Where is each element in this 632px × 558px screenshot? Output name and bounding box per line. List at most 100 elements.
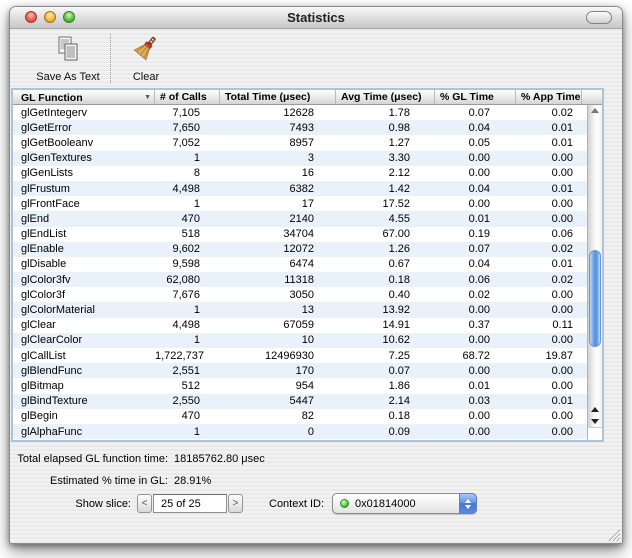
cell-calls: 2,550: [172, 395, 200, 408]
toolbar-toggle-button[interactable]: [586, 11, 612, 24]
resize-grip[interactable]: [607, 528, 621, 542]
window-title: Statistics: [287, 10, 345, 25]
cell-func: glGetIntegerv: [21, 106, 88, 119]
cell-gl: 0.00: [468, 197, 490, 210]
cell-calls: 7,052: [172, 136, 200, 149]
cell-gl: 0.37: [468, 319, 490, 332]
cell-gl: 0.02: [468, 288, 490, 301]
table-row[interactable]: glFrontFace 1 17 17.52 0.00 0.00: [13, 196, 587, 211]
scroll-up-button[interactable]: [588, 403, 602, 415]
cell-avg: 14.91: [382, 319, 410, 332]
cell-total: 954: [295, 379, 314, 392]
cell-avg: 1.86: [388, 379, 410, 392]
cell-func: glEnd: [21, 212, 50, 225]
cell-total: 12072: [283, 243, 314, 256]
table-row[interactable]: glBitmap 512 954 1.86 0.01 0.00: [13, 378, 587, 393]
cell-app: 0.00: [551, 304, 573, 317]
context-id-dropdown[interactable]: 0x01814000: [332, 493, 478, 514]
cell-app: 0.00: [551, 364, 573, 377]
column-header-avg-time[interactable]: Avg Time (μsec): [336, 90, 435, 104]
table-row[interactable]: glEnable 9,602 12072 1.26 0.07 0.02: [13, 241, 587, 257]
cell-app: 0.02: [551, 243, 573, 256]
scroll-down-button[interactable]: [588, 415, 602, 427]
vertical-scrollbar[interactable]: [587, 105, 602, 440]
cell-gl: 0.04: [468, 258, 490, 271]
cell-gl: 0.06: [468, 273, 490, 286]
cell-avg: 0.18: [388, 410, 410, 423]
context-id-value: 0x01814000: [355, 497, 416, 510]
scrollbar-thumb[interactable]: [589, 250, 601, 347]
table-row[interactable]: glBlendFunc 2,551 170 0.07 0.00 0.00: [13, 363, 587, 379]
cell-func: glClearColor: [21, 334, 83, 347]
cell-avg: 0.18: [388, 273, 410, 286]
cell-app: 0.00: [551, 167, 573, 180]
cell-total: 67059: [283, 319, 314, 332]
column-header-num-calls[interactable]: # of Calls: [155, 90, 220, 104]
cell-total: 5447: [289, 395, 314, 408]
table-row[interactable]: glColor3fv 62,080 11318 0.18 0.06 0.02: [13, 272, 587, 288]
cell-calls: 9,602: [172, 243, 200, 256]
cell-total: 8957: [289, 136, 314, 149]
cell-calls: 8: [193, 167, 200, 180]
clear-button[interactable]: Clear: [118, 36, 174, 83]
cell-app: 0.00: [551, 379, 573, 392]
cell-avg: 67.00: [382, 228, 410, 241]
column-header-gl-time[interactable]: % GL Time: [435, 90, 516, 104]
table-row[interactable]: glColor3f 7,676 3050 0.40 0.02 0.00: [13, 287, 587, 302]
cell-app: 0.02: [551, 273, 573, 286]
table-row[interactable]: glDisable 9,598 6474 0.67 0.04 0.01: [13, 257, 587, 272]
table-row[interactable]: glGenLists 8 16 2.12 0.00 0.00: [13, 166, 587, 181]
cell-avg: 3.30: [388, 152, 410, 165]
cell-func: glColor3fv: [21, 273, 71, 286]
table-row[interactable]: glClear 4,498 67059 14.91 0.37 0.11: [13, 318, 587, 333]
estimated-time-label: Estimated % time in GL:: [50, 475, 168, 487]
cell-calls: 7,105: [172, 106, 200, 119]
slice-next-button[interactable]: >: [228, 494, 243, 513]
table-row[interactable]: glFrustum 4,498 6382 1.42 0.04 0.01: [13, 180, 587, 197]
toolbar: Save As Text Clear: [10, 29, 622, 88]
cell-func: glGenTextures: [21, 152, 92, 165]
cell-app: 0.01: [551, 121, 573, 134]
slice-field[interactable]: [153, 494, 227, 513]
cell-avg: 2.12: [388, 167, 410, 180]
table-row[interactable]: glClearColor 1 10 10.62 0.00 0.00: [13, 332, 587, 348]
table-row[interactable]: glGetIntegerv 7,105 12628 1.78 0.07 0.02: [13, 105, 587, 120]
table-body[interactable]: glGetIntegerv 7,105 12628 1.78 0.07 0.02 glGet…: [13, 105, 587, 440]
column-header-app-time[interactable]: % App Time: [516, 90, 582, 104]
cell-calls: 1: [193, 197, 200, 210]
cell-func: glFrustum: [21, 182, 70, 195]
cell-total: 82: [301, 410, 314, 423]
cell-gl: 0.00: [468, 334, 490, 347]
cell-gl: 0.04: [468, 121, 490, 134]
cell-app: 0.11: [552, 319, 573, 332]
column-header-total-time[interactable]: Total Time (μsec): [220, 90, 336, 104]
cell-func: glBitmap: [21, 379, 64, 392]
save-as-text-button[interactable]: Save As Text: [22, 36, 114, 83]
table-row[interactable]: glEndList 518 34704 67.00 0.19 0.06: [13, 227, 587, 242]
table-row[interactable]: glAlphaFunc 1 0 0.09 0.00 0.00: [13, 423, 587, 440]
cell-app: 0.01: [551, 395, 573, 408]
slice-prev-button[interactable]: <: [137, 494, 152, 513]
table-row[interactable]: glBegin 470 82 0.18 0.00 0.00: [13, 409, 587, 424]
cell-total: 11318: [284, 273, 314, 286]
cell-calls: 1: [193, 334, 200, 347]
cell-total: 3: [307, 152, 314, 165]
table-row[interactable]: glGetError 7,650 7493 0.98 0.04 0.01: [13, 120, 587, 136]
column-header-gl-function[interactable]: GL Function ▼: [13, 90, 155, 104]
cell-app: 0.01: [551, 182, 573, 195]
table-row[interactable]: glGetBooleanv 7,052 8957 1.27 0.05 0.01: [13, 135, 587, 150]
slice-context-row: Show slice: < > Context ID: 0x01814000: [10, 493, 478, 514]
title-bar[interactable]: Statistics: [10, 7, 622, 29]
scroll-up-icon: [591, 406, 599, 412]
table-row[interactable]: glColorMaterial 1 13 13.92 0.00 0.00: [13, 302, 587, 318]
table-row[interactable]: glEnd 470 2140 4.55 0.01 0.00: [13, 211, 587, 227]
cell-app: 0.00: [551, 197, 573, 210]
cell-total: 0: [307, 425, 314, 438]
cell-app: 0.00: [551, 410, 573, 423]
cell-gl: 68.72: [462, 349, 490, 362]
cell-gl: 0.00: [468, 152, 490, 165]
table-row[interactable]: glBindTexture 2,550 5447 2.14 0.03 0.01: [13, 393, 587, 409]
cell-gl: 0.04: [468, 182, 490, 195]
table-row[interactable]: glCallList 1,722,737 12496930 7.25 68.72 19.8…: [13, 348, 587, 363]
table-row[interactable]: glGenTextures 1 3 3.30 0.00 0.00: [13, 150, 587, 166]
